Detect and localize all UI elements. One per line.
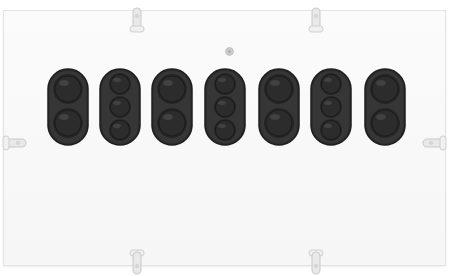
mount-clip-right [421, 134, 447, 152]
mount-clip-top-left [128, 6, 146, 34]
traffic-light-module-3 [151, 68, 193, 146]
traffic-light-module-2 [99, 68, 141, 146]
mount-clip-bottom-right [307, 248, 325, 276]
traffic-light-module-6 [310, 68, 352, 146]
mount-clip-bottom-left [128, 248, 146, 276]
traffic-light-module-7 [364, 68, 406, 146]
traffic-light-module-5 [258, 68, 300, 146]
mount-clip-left [2, 134, 28, 152]
traffic-light-module-1 [47, 68, 89, 146]
traffic-light-module-4 [204, 68, 246, 146]
screw-icon [225, 41, 234, 60]
mount-clip-top-right [307, 6, 325, 34]
